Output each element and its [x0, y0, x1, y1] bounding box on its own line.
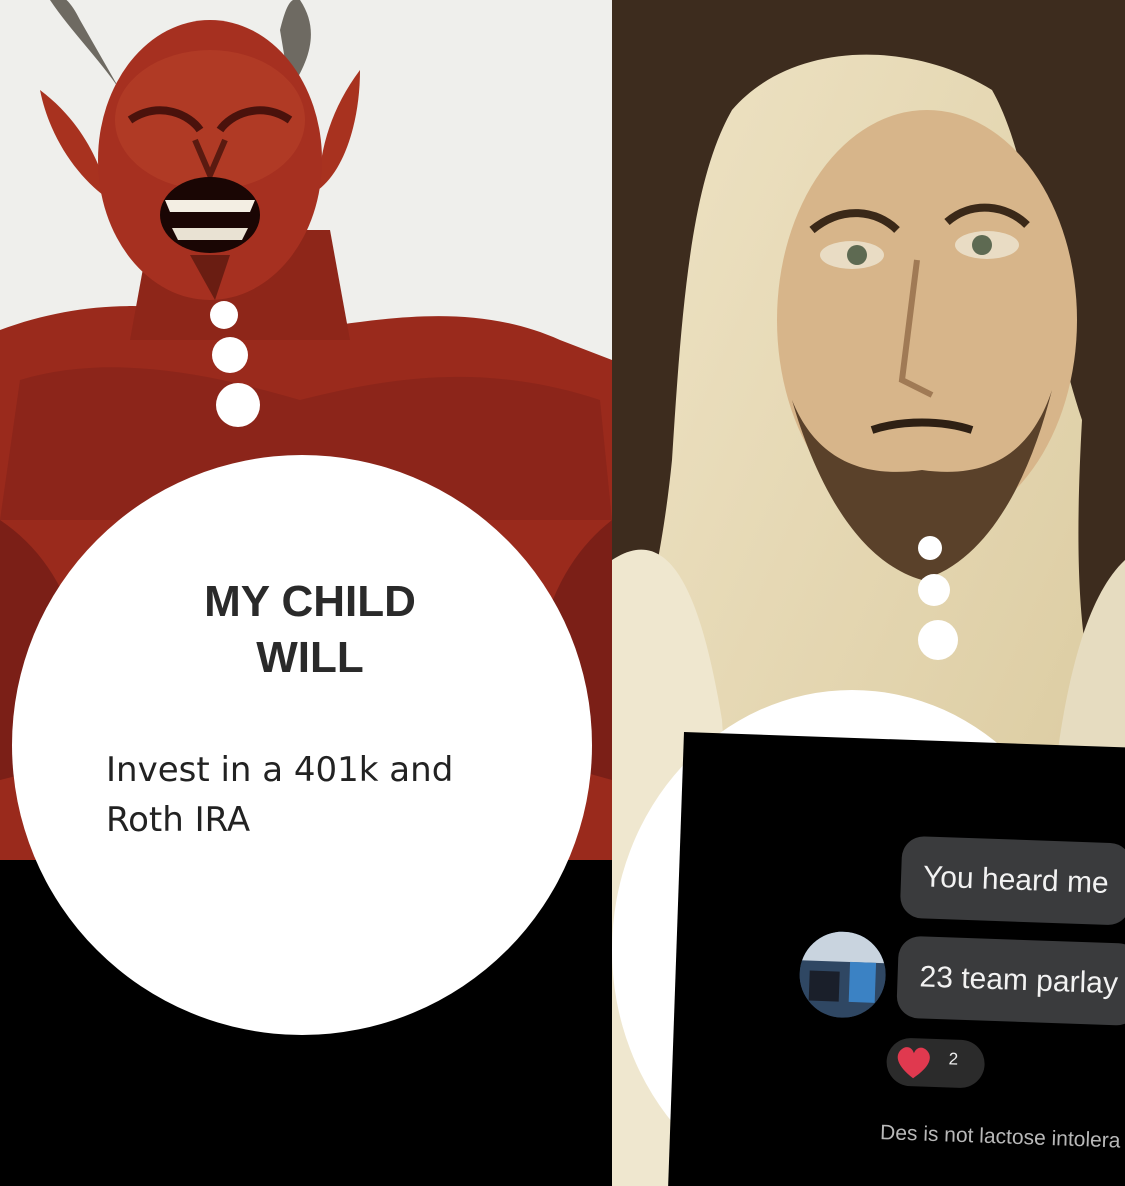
chat-message: You heard me: [899, 835, 1125, 926]
reaction-badge[interactable]: 2: [885, 1037, 986, 1089]
caption-body-line2: Roth IRA: [106, 800, 251, 840]
caption-title-line2: WILL: [256, 633, 364, 682]
right-panel: You heard me 23 team parlay 2 Des is not…: [612, 0, 1125, 1186]
left-panel: MY CHILD WILL Invest in a 401k and Roth …: [0, 0, 612, 1186]
heart-icon: [897, 1047, 930, 1079]
speech-bubble: [12, 455, 592, 1035]
avatar: [798, 930, 888, 1020]
caption-title-line1: MY CHILD: [204, 577, 416, 626]
reaction-count: 2: [948, 1049, 959, 1069]
chat-screenshot: You heard me 23 team parlay 2 Des is not…: [667, 732, 1125, 1186]
sender-name: Des is not lactose intolera: [879, 1121, 1121, 1153]
chat-message: 23 team parlay: [896, 935, 1125, 1027]
caption-body-line1: Invest in a 401k and: [106, 750, 454, 790]
